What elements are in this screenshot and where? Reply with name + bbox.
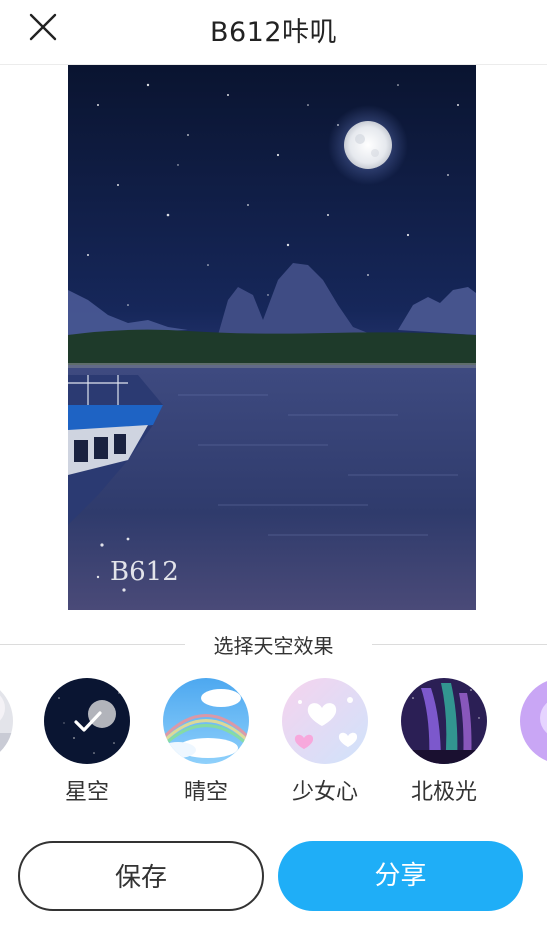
share-button[interactable]: 分享 — [278, 841, 523, 911]
divider-right — [372, 644, 547, 645]
pink-hearts-thumb — [282, 678, 368, 764]
sky-effect-clear[interactable]: 晴空 — [161, 678, 251, 806]
sky-effect-list[interactable]: 星空 晴空 少女心 北极光 — [0, 678, 547, 808]
save-button[interactable]: 保存 — [18, 841, 264, 911]
top-bar: B612咔叽 — [0, 0, 547, 65]
selected-check-icon — [74, 711, 102, 732]
partial-left-thumb — [0, 678, 13, 764]
watermark-text: B612 — [110, 557, 179, 587]
aurora-thumb — [401, 678, 487, 764]
sky-effect-name: 少女心 — [291, 780, 358, 805]
sky-effect-aurora[interactable]: 北极光 — [399, 678, 489, 806]
sky-effect-girly[interactable]: 少女心 — [280, 678, 370, 806]
page-title: B612咔叽 — [209, 17, 338, 48]
sky-effect-starry[interactable]: 星空 — [42, 678, 132, 806]
sky-effect-header: 选择天空效果 — [0, 628, 547, 660]
rainbow-clouds-thumb — [163, 678, 249, 764]
sky-effect-name: 星空 — [64, 780, 109, 805]
edited-photo: B612 — [68, 65, 476, 610]
sky-effect-name: 晴空 — [183, 780, 228, 805]
sky-effect-fantasy[interactable]: 幻 — [518, 678, 547, 806]
purple-thumb — [520, 678, 547, 764]
sky-effect-name: 北极光 — [410, 780, 477, 805]
sky-effect-name: 幻 — [518, 774, 547, 806]
starry-moon-thumb — [44, 678, 130, 764]
sky-effect-item[interactable] — [0, 678, 15, 774]
